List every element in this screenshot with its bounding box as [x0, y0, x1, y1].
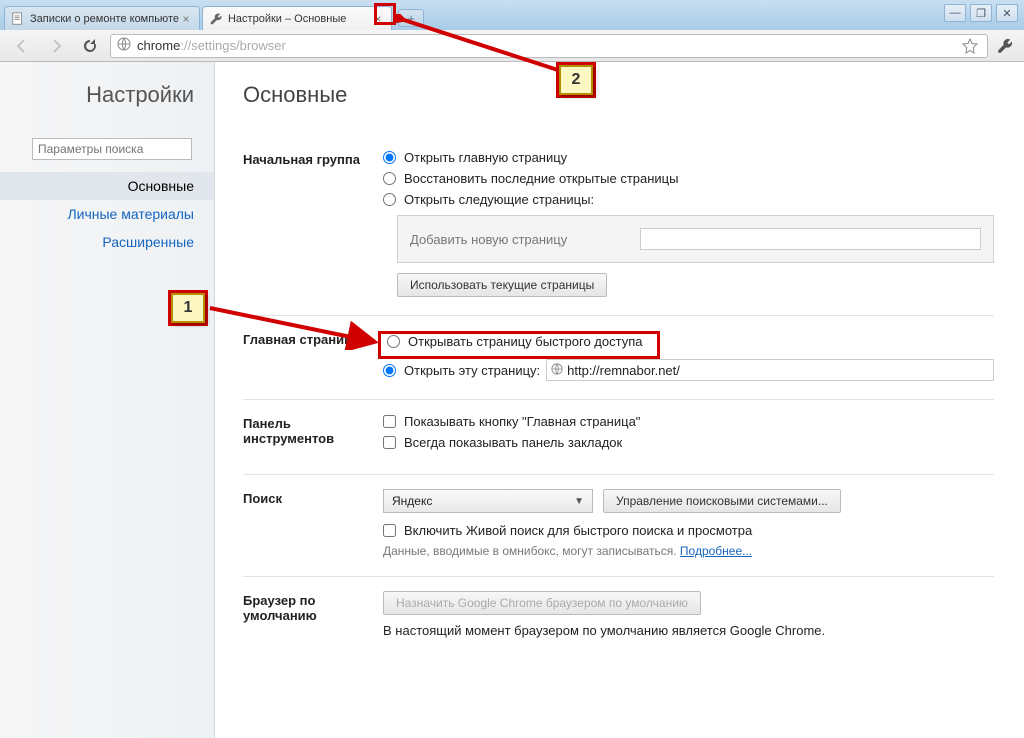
tab-0-title: Записки о ремонте компьюте — [30, 13, 179, 25]
content-area: Настройки Основные Личные материалы Расш… — [0, 62, 1024, 738]
always-show-bookmarks-check[interactable]: Всегда показывать панель закладок — [383, 435, 994, 450]
globe-icon — [117, 37, 131, 54]
settings-sidebar: Настройки Основные Личные материалы Расш… — [0, 62, 215, 738]
forward-button[interactable] — [42, 34, 70, 58]
reload-button[interactable] — [76, 34, 104, 58]
sidebar-item-basic[interactable]: Основные — [0, 172, 214, 200]
manage-search-engines-button[interactable]: Управление поисковыми системами... — [603, 489, 841, 513]
instant-search-check[interactable]: Включить Живой поиск для быстрого поиска… — [383, 523, 994, 538]
section-startup-label: Начальная группа — [243, 150, 383, 297]
learn-more-link[interactable]: Подробнее... — [680, 544, 752, 558]
add-page-input[interactable] — [640, 228, 981, 250]
show-home-button-check[interactable]: Показывать кнопку "Главная страница" — [383, 414, 994, 429]
section-toolbar: Панель инструментов Показывать кнопку "Г… — [243, 400, 994, 475]
settings-main: Основные Начальная группа Открыть главну… — [215, 62, 1024, 738]
plus-icon: + — [407, 11, 415, 26]
section-homepage: Главная страница Открывать страницу быст… — [243, 316, 994, 400]
url-suffix: browser — [240, 38, 286, 53]
home-radio-ntp-input[interactable] — [387, 335, 400, 348]
globe-icon — [551, 363, 563, 378]
home-url-input[interactable]: http://remnabor.net/ — [546, 359, 994, 381]
chevron-down-icon: ▼ — [574, 496, 584, 507]
section-homepage-label: Главная страница — [243, 330, 383, 381]
section-search-label: Поиск — [243, 489, 383, 558]
tab-1[interactable]: Настройки – Основные × — [202, 6, 392, 30]
maximize-button[interactable]: ❐ — [970, 4, 992, 22]
make-default-browser-button[interactable]: Назначить Google Chrome браузером по умо… — [383, 591, 701, 615]
startup-radio-restore[interactable]: Восстановить последние открытые страницы — [383, 171, 994, 186]
home-url-value: http://remnabor.net/ — [567, 363, 680, 378]
annotation-callout-1: 1 — [171, 293, 205, 323]
annotation-callout-2: 2 — [559, 65, 593, 95]
use-current-pages-button[interactable]: Использовать текущие страницы — [397, 273, 607, 297]
url-scheme: chrome — [137, 38, 180, 53]
back-button[interactable] — [8, 34, 36, 58]
sidebar-title: Настройки — [0, 82, 214, 108]
tab-1-title: Настройки – Основные — [228, 13, 371, 25]
address-bar[interactable]: chrome://settings/browser — [110, 34, 988, 58]
show-home-button-input[interactable] — [383, 415, 396, 428]
sidebar-item-personal[interactable]: Личные материалы — [0, 200, 214, 228]
always-show-bookmarks-input[interactable] — [383, 436, 396, 449]
instant-note: Данные, вводимые в омнибокс, могут запис… — [383, 544, 994, 558]
section-default-browser-label: Браузер по умолчанию — [243, 591, 383, 638]
tab-0[interactable]: Записки о ремонте компьюте × — [4, 6, 200, 30]
search-engine-select[interactable]: Яндекс ▼ — [383, 489, 593, 513]
page-title: Основные — [243, 82, 994, 108]
default-browser-status: В настоящий момент браузером по умолчани… — [383, 623, 994, 638]
home-radio-ntp[interactable]: Открывать страницу быстрого доступа — [383, 330, 994, 353]
tab-1-close-icon[interactable]: × — [371, 12, 385, 26]
section-toolbar-label: Панель инструментов — [243, 414, 383, 456]
new-tab-button[interactable]: + — [398, 9, 424, 27]
home-radio-url[interactable]: Открыть эту страницу: — [383, 363, 540, 378]
section-startup: Начальная группа Открыть главную страниц… — [243, 136, 994, 316]
tab-0-close-icon[interactable]: × — [179, 12, 193, 26]
minimize-button[interactable]: — — [944, 4, 966, 22]
home-radio-url-input[interactable] — [383, 364, 396, 377]
section-default-browser: Браузер по умолчанию Назначить Google Ch… — [243, 577, 994, 656]
close-window-button[interactable]: ✕ — [996, 4, 1018, 22]
startup-radio-pages-input[interactable] — [383, 193, 396, 206]
url-mid: ://settings/ — [180, 38, 239, 53]
startup-radio-restore-input[interactable] — [383, 172, 396, 185]
wrench-icon — [209, 12, 223, 26]
bookmark-star-icon[interactable] — [959, 38, 981, 54]
instant-search-input[interactable] — [383, 524, 396, 537]
startup-radio-homepage[interactable]: Открыть главную страницу — [383, 150, 994, 165]
settings-search-input[interactable] — [32, 138, 192, 160]
section-search: Поиск Яндекс ▼ Управление поисковыми сис… — [243, 475, 994, 577]
browser-window: Записки о ремонте компьюте × Настройки –… — [0, 0, 1024, 738]
startup-radio-pages[interactable]: Открыть следующие страницы: — [383, 192, 994, 207]
tab-strip: Записки о ремонте компьюте × Настройки –… — [0, 0, 1024, 30]
settings-wrench-icon[interactable] — [994, 37, 1016, 55]
add-page-label: Добавить новую страницу — [410, 232, 640, 247]
page-icon — [11, 12, 25, 26]
nav-toolbar: chrome://settings/browser — [0, 30, 1024, 62]
search-engine-value: Яндекс — [392, 494, 432, 508]
startup-radio-homepage-input[interactable] — [383, 151, 396, 164]
window-controls: — ❐ ✕ — [944, 4, 1018, 22]
sidebar-item-advanced[interactable]: Расширенные — [0, 228, 214, 256]
add-page-box: Добавить новую страницу — [397, 215, 994, 263]
